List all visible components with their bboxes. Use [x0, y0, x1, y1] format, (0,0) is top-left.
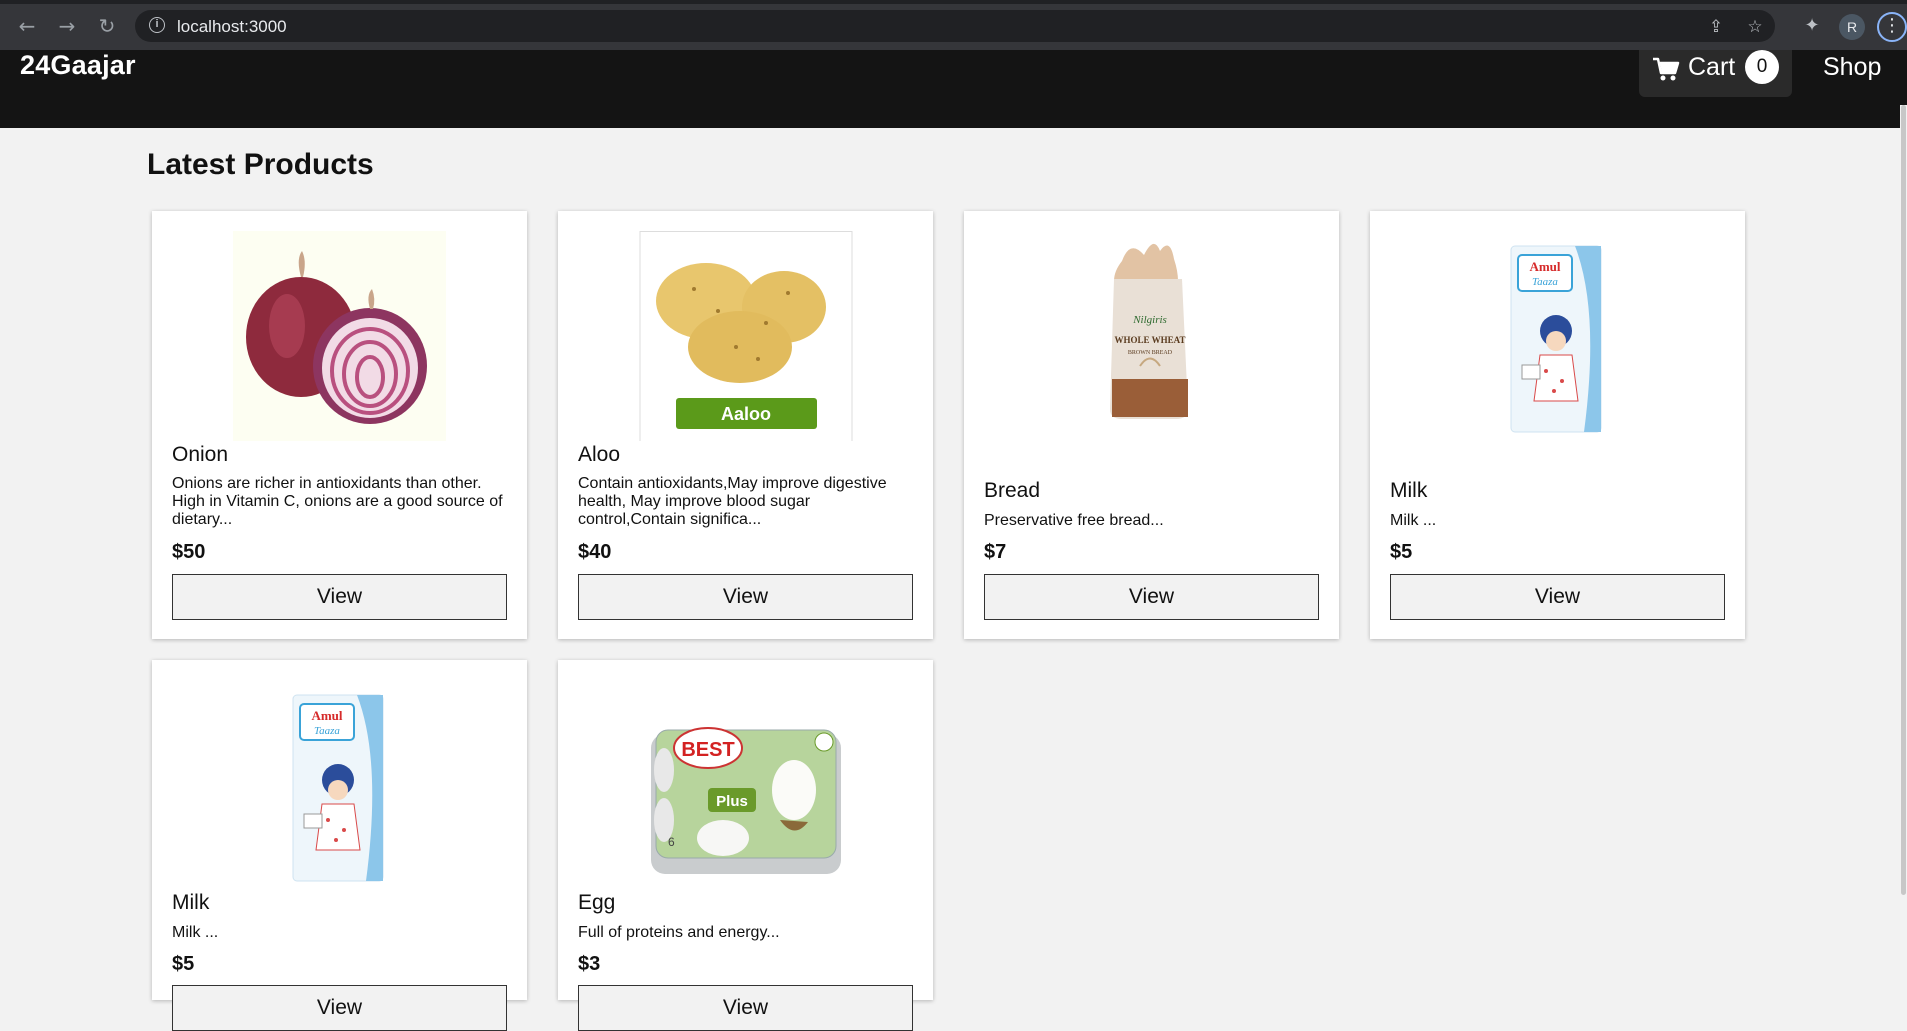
shopping-cart-icon	[1653, 57, 1680, 81]
milk-image-label: Taaza	[1532, 276, 1558, 288]
bread-image-sublabel: BROWN BREAD	[1128, 350, 1173, 356]
product-image-milk[interactable]: Amul Taaza	[152, 680, 527, 890]
product-description: Milk ...	[1390, 512, 1437, 529]
view-button[interactable]: View	[984, 574, 1319, 620]
product-description: Milk ...	[172, 924, 219, 941]
share-icon[interactable]: ⇪	[1705, 16, 1727, 38]
product-price: $7	[984, 541, 1007, 563]
cart-button[interactable]: Cart 0	[1639, 50, 1792, 97]
product-image-egg[interactable]: BEST Plus 6	[558, 680, 933, 890]
product-card-onion: Onion Onions are richer in antioxidants …	[152, 211, 527, 639]
product-card-milk: Amul Taaza Milk Milk ... $5 View	[152, 660, 527, 1031]
milk-brand-label: Amul	[311, 708, 342, 723]
product-description: Onions are richer in antioxidants than o…	[172, 475, 503, 528]
product-name[interactable]: Onion	[172, 443, 228, 467]
shop-link[interactable]: Shop	[1823, 53, 1881, 82]
product-card-bread: Nilgiris WHOLE WHEAT BROWN BREAD Bread P…	[964, 211, 1339, 639]
reload-icon[interactable]: ↻	[94, 13, 120, 39]
product-name[interactable]: Bread	[984, 479, 1040, 503]
milk-image-label: Taaza	[314, 725, 340, 737]
scrollbar-thumb[interactable]	[1901, 105, 1906, 895]
milk-brand-label: Amul	[1529, 259, 1560, 274]
product-name[interactable]: Milk	[172, 891, 209, 915]
product-name[interactable]: Milk	[1390, 479, 1427, 503]
product-price: $3	[578, 953, 601, 975]
egg-count-label: 6	[668, 835, 675, 849]
product-image-milk[interactable]: Amul Taaza	[1370, 231, 1745, 441]
product-price: $5	[1390, 541, 1413, 563]
product-price: $50	[172, 541, 206, 563]
product-description: Preservative free bread...	[984, 512, 1164, 529]
product-image-onion[interactable]	[152, 231, 527, 441]
site-header: 24Gaajar Cart 0 Shop	[0, 50, 1907, 128]
bread-image-label: WHOLE WHEAT	[1115, 335, 1186, 345]
egg-brand-label: BEST	[681, 739, 734, 761]
product-image-bread[interactable]: Nilgiris WHOLE WHEAT BROWN BREAD	[964, 231, 1339, 441]
view-button[interactable]: View	[172, 985, 507, 1031]
bread-brand-label: Nilgiris	[1132, 314, 1167, 326]
page-scrollbar[interactable]	[1900, 105, 1907, 987]
bookmark-star-icon[interactable]: ☆	[1744, 16, 1766, 38]
product-card-aloo: Aaloo Aloo Contain antioxidants,May impr…	[558, 211, 933, 639]
profile-avatar[interactable]: R	[1839, 14, 1865, 40]
product-image-aloo[interactable]: Aaloo	[558, 231, 933, 442]
product-card-egg: BEST Plus 6 Egg Full of proteins and ene…	[558, 660, 933, 1031]
tab-strip	[0, 0, 1907, 4]
view-button[interactable]: View	[172, 574, 507, 620]
cart-label: Cart	[1688, 53, 1736, 81]
aloo-image-label: Aaloo	[721, 404, 771, 424]
product-card-milk: Amul Taaza Milk Milk ... $5 View	[1370, 211, 1745, 639]
view-button[interactable]: View	[578, 985, 913, 1031]
forward-icon[interactable]: →	[54, 13, 80, 39]
view-button[interactable]: View	[578, 574, 913, 620]
product-name[interactable]: Egg	[578, 891, 615, 915]
egg-image-label: Plus	[716, 793, 748, 810]
address-url[interactable]: localhost:3000	[177, 17, 287, 37]
brand-logo[interactable]: 24Gaajar	[20, 50, 136, 81]
page-title: Latest Products	[147, 148, 374, 181]
product-price: $40	[578, 541, 612, 563]
site-info-icon[interactable]: i	[149, 17, 165, 33]
address-bar[interactable]: i localhost:3000 ⇪ ☆	[135, 10, 1775, 42]
browser-chrome: ← → ↻ i localhost:3000 ⇪ ☆ ✦ R ⋮	[0, 0, 1907, 50]
product-name[interactable]: Aloo	[578, 443, 620, 467]
product-description: Full of proteins and energy...	[578, 924, 780, 941]
product-description: Contain antioxidants,May improve digesti…	[578, 475, 887, 528]
view-button[interactable]: View	[1390, 574, 1725, 620]
back-icon[interactable]: ←	[14, 13, 40, 39]
cart-count-badge: 0	[1745, 50, 1779, 84]
product-price: $5	[172, 953, 195, 975]
browser-menu-icon[interactable]: ⋮	[1877, 12, 1907, 42]
extensions-puzzle-icon[interactable]: ✦	[1800, 14, 1824, 38]
